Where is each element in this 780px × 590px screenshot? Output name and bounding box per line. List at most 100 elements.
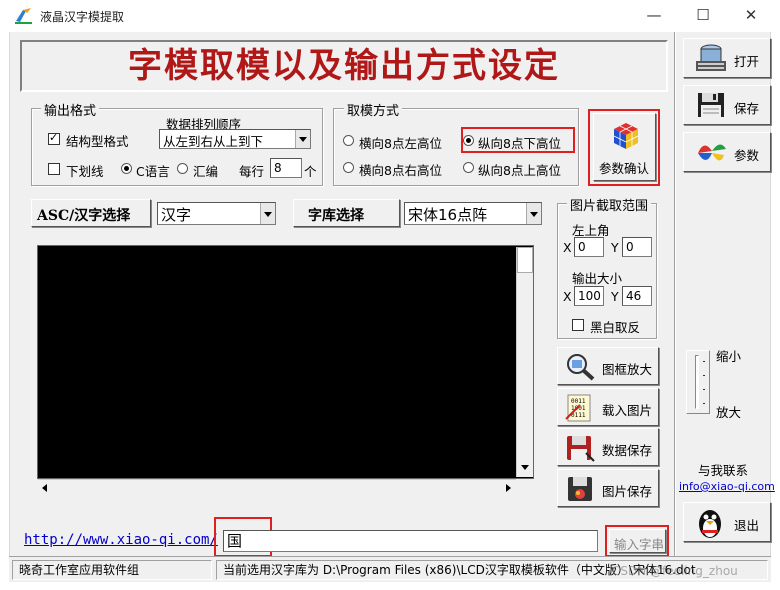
width-label: X [563,289,572,304]
floppy-icon [567,436,595,462]
mode-label-3: 横向8点右高位 [359,163,442,178]
capture-x-input[interactable]: 0 [574,237,604,257]
load-image-button[interactable]: 0011 1001 0111 载入图片 [557,388,659,426]
order-select[interactable]: 从左到右从上到下 [159,129,311,149]
tick-mark [703,389,705,390]
height-label: Y [611,289,619,304]
asc-label-panel: ASC/汉字选择 [31,199,151,227]
invert-bw-label: 黑白取反 [590,320,641,335]
tick-mark [703,403,705,404]
string-input[interactable]: 国 [223,530,598,552]
shrink-label: 缩小 [716,349,742,364]
watermark: CSDN @feeling_zhou [612,564,738,578]
enlarge-label: 放大 [716,405,742,420]
mode-title: 取模方式 [344,100,403,119]
asc-select-label: ASC/汉字选择 [37,208,131,224]
mode-label-2: 纵向8点下高位 [478,136,561,151]
horizontal-scrollbar[interactable] [38,479,516,495]
asc-select-value: 汉字 [161,206,192,224]
c-language-radio[interactable] [121,163,132,174]
email-link[interactable]: info@xiao-qi.com [679,480,775,493]
floppy-save-icon [698,93,724,117]
save-image-label: 图片保存 [602,484,653,499]
asc-select[interactable]: 汉字 [157,202,276,225]
close-button[interactable]: ✕ [727,0,775,32]
save-button[interactable]: 保存 [683,85,771,125]
assembly-label: 汇编 [193,164,219,179]
maximize-button[interactable]: ☐ [679,0,727,32]
font-select[interactable]: 宋体16点阵 [404,202,542,225]
magnifier-icon [567,354,595,381]
title-bar[interactable]: 液晶汉字模提取 — ☐ ✕ [0,0,780,32]
scroll-thumb[interactable] [517,247,533,273]
confirm-button[interactable]: 参数确认 [593,113,656,181]
y-label: Y [611,240,619,255]
binary-file-icon: 0011 1001 0111 [565,394,591,422]
chevron-down-icon[interactable] [295,130,310,148]
capture-y-input[interactable]: 0 [622,237,652,257]
open-database-icon [696,44,726,71]
preview-canvas[interactable] [37,245,534,479]
scroll-down-icon[interactable] [521,465,529,470]
capture-range-title: 图片截取范围 [567,195,652,214]
underline-checkbox[interactable] [48,163,60,175]
open-button[interactable]: 打开 [683,38,771,78]
x-label: X [563,240,572,255]
structured-format-label: 结构型格式 [66,134,129,149]
chevron-down-icon[interactable] [526,203,541,224]
save-data-label: 数据保存 [602,443,653,458]
save-image-button[interactable]: 图片保存 [557,469,659,507]
font-select-value: 宋体16点阵 [408,206,488,224]
scroll-left-icon[interactable] [42,484,47,492]
invert-bw-checkbox[interactable] [572,319,584,331]
mode-radio-4[interactable] [463,162,474,173]
output-size-label: 输出大小 [572,271,623,286]
vertical-scrollbar[interactable] [516,247,533,477]
mode-label-1: 横向8点左高位 [359,136,442,151]
svg-text:0011: 0011 [571,398,586,405]
mode-radio-3[interactable] [343,162,354,173]
window-title: 液晶汉字模提取 [40,10,125,24]
mode-radio-2[interactable] [463,135,474,146]
input-string-label: 输入字串 [614,537,665,552]
chevron-down-icon[interactable] [260,203,275,224]
exit-button-label: 退出 [734,518,760,533]
capture-height-input[interactable]: 46 [622,286,652,306]
tick-mark [703,375,705,376]
contact-label: 与我联系 [698,463,749,478]
font-select-label: 字库选择 [308,208,364,224]
per-line-input[interactable]: 8 [270,158,302,178]
underline-label: 下划线 [66,164,104,179]
right-panel-divider [674,32,676,556]
c-language-label: C语言 [136,164,170,179]
zoom-slider-track[interactable] [695,355,699,409]
zoom-frame-button[interactable]: 图框放大 [557,347,659,385]
font-label-panel: 字库选择 [293,199,400,227]
penguin-icon [699,510,721,538]
app-logo-icon [15,8,32,24]
output-format-title: 输出格式 [41,100,100,119]
open-button-label: 打开 [734,54,760,69]
params-button[interactable]: 参数 [683,132,771,172]
website-link[interactable]: http://www.xiao-qi.com/ [24,532,218,548]
per-line-unit: 个 [304,164,317,179]
structured-format-checkbox[interactable] [48,131,60,145]
order-select-value: 从左到右从上到下 [163,134,264,149]
save-data-button[interactable]: 数据保存 [557,428,659,466]
zoom-slider[interactable] [686,350,710,414]
per-line-label: 每行 [239,164,265,179]
scroll-right-icon[interactable] [506,484,511,492]
mode-radio-1[interactable] [343,135,354,146]
params-button-label: 参数 [734,148,760,163]
mode-label-4: 纵向8点上高位 [478,163,561,178]
disk-image-icon [568,477,592,501]
assembly-radio[interactable] [177,163,188,174]
page-heading: 字模取模以及输出方式设定 [128,46,560,86]
save-button-label: 保存 [734,101,760,116]
input-string-button[interactable]: 输入字串 [609,529,666,553]
load-image-label: 载入图片 [602,403,653,418]
exit-button[interactable]: 退出 [683,502,771,542]
minimize-button[interactable]: — [630,0,678,32]
capture-width-input[interactable]: 100 [574,286,604,306]
status-left: 晓奇工作室应用软件组 [12,560,212,580]
